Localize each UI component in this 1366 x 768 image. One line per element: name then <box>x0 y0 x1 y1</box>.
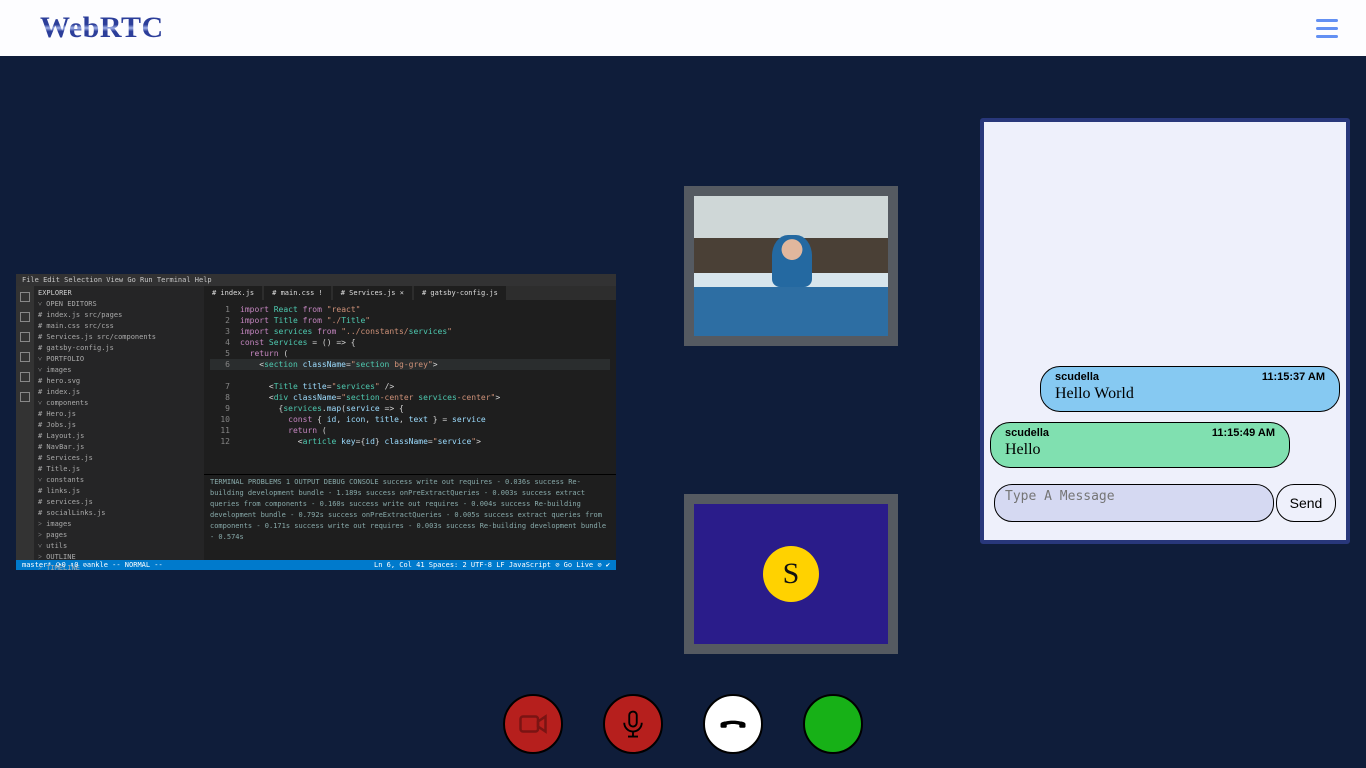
chat-composer: Send <box>984 478 1346 540</box>
menu-button[interactable] <box>1316 19 1338 38</box>
screen-share-tile: File Edit Selection View Go Run Terminal… <box>16 274 616 570</box>
app-header: WebRTC <box>0 0 1366 56</box>
app-logo: WebRTC <box>40 11 164 45</box>
phone-icon <box>718 709 748 739</box>
participant-avatar-placeholder: S <box>694 504 888 644</box>
vscode-tabs: # index.js# main.css !# Services.js ×# g… <box>204 286 616 300</box>
chat-message: scudella 11:15:37 AM Hello World <box>1040 366 1340 412</box>
send-button[interactable]: Send <box>1276 484 1336 522</box>
vscode-statusbar: master* ⟳0 ⬆0 ⊘ankle -- NORMAL -- Ln 6, … <box>16 560 616 570</box>
chat-message-time: 11:15:37 AM <box>1262 371 1325 383</box>
vscode-explorer: EXPLORER˅ OPEN EDITORS # index.js src/pa… <box>34 286 204 560</box>
microphone-icon <box>618 709 648 739</box>
chat-message-time: 11:15:49 AM <box>1212 427 1275 439</box>
screen-share-button[interactable] <box>803 694 863 754</box>
chat-message-user: scudella <box>1055 371 1099 383</box>
chat-message-text: Hello World <box>1055 385 1325 403</box>
vscode-menubar: File Edit Selection View Go Run Terminal… <box>16 274 616 286</box>
chat-input[interactable] <box>994 484 1274 522</box>
call-controls <box>0 694 1366 754</box>
participant-video-tile[interactable] <box>684 186 898 346</box>
chat-message: scudella 11:15:49 AM Hello <box>990 422 1290 468</box>
participant-avatar-tile[interactable]: S <box>684 494 898 654</box>
avatar: S <box>763 546 819 602</box>
hangup-button[interactable] <box>703 694 763 754</box>
vscode-terminal: TERMINAL PROBLEMS 1 OUTPUT DEBUG CONSOLE… <box>204 474 616 560</box>
mic-toggle-button[interactable] <box>603 694 663 754</box>
video-icon <box>518 709 548 739</box>
hamburger-icon <box>1316 19 1338 22</box>
call-stage: File Edit Selection View Go Run Terminal… <box>0 56 1366 768</box>
vscode-activity-bar <box>16 286 34 560</box>
vscode-editor: 1import React from "react" 2import Title… <box>204 300 616 474</box>
chat-panel: scudella 11:15:37 AM Hello World scudella… <box>980 118 1350 544</box>
camera-toggle-button[interactable] <box>503 694 563 754</box>
chat-message-list[interactable]: scudella 11:15:37 AM Hello World scudella… <box>984 122 1346 478</box>
participant-camera-feed <box>694 196 888 336</box>
chat-message-user: scudella <box>1005 427 1049 439</box>
chat-message-text: Hello <box>1005 441 1275 459</box>
